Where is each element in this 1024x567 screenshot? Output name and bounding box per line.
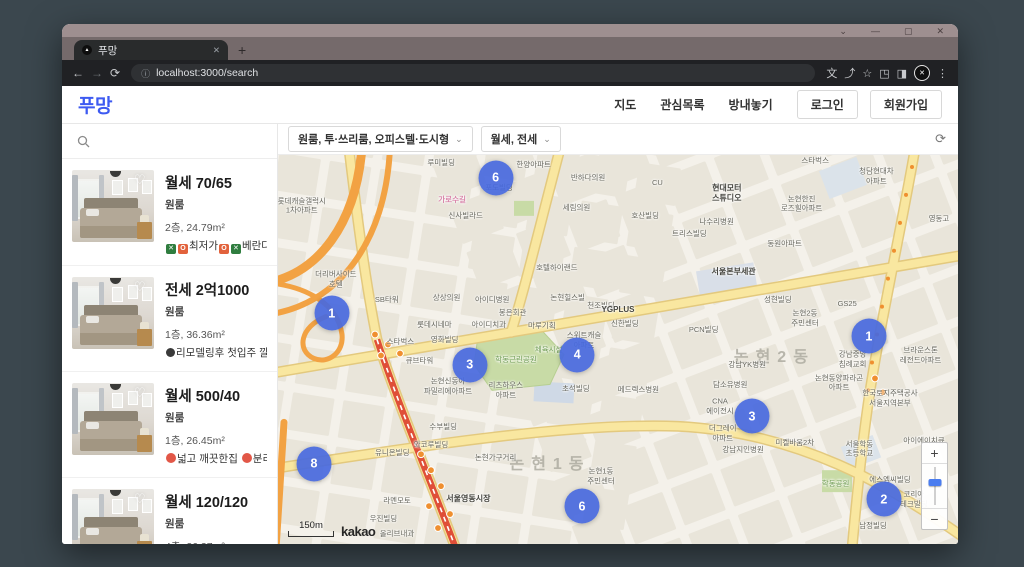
listing-sidebar: ♡ 월세 70/65 원룸 2층, 24.79m² ✕O최저가O✕베란다 있는 … xyxy=(62,124,278,544)
red-dot-icon xyxy=(166,453,176,463)
chevron-down-icon: ⌄ xyxy=(455,133,463,144)
window-maximize-icon[interactable]: ▢ xyxy=(904,26,913,36)
header-nav: 지도 관심목록 방내놓기 로그인 회원가입 xyxy=(614,90,942,119)
red-dot-icon xyxy=(241,453,252,463)
cluster-marker[interactable]: 1 xyxy=(314,295,350,331)
side-panel-icon[interactable]: ◨ xyxy=(897,67,907,80)
listing-list: ♡ 월세 70/65 원룸 2층, 24.79m² ✕O최저가O✕베란다 있는 … xyxy=(62,159,277,544)
site-header: 푸망 지도 관심목록 방내놓기 로그인 회원가입 xyxy=(62,86,958,124)
site-info-icon[interactable]: ⓘ xyxy=(141,67,150,80)
favorite-heart-icon[interactable]: ♡ xyxy=(134,279,146,295)
zoom-in-button[interactable]: + xyxy=(922,443,947,463)
nav-favorites[interactable]: 관심목록 xyxy=(660,96,704,113)
search-input[interactable] xyxy=(98,133,262,149)
tab-title: 푸망 xyxy=(98,44,118,57)
translate-icon[interactable]: 文 xyxy=(826,65,837,81)
tab-strip: ▲ 푸망 ✕ + xyxy=(62,37,958,60)
map-zoom-control: + − xyxy=(921,442,948,530)
listing-price: 월세 120/120 xyxy=(165,495,249,511)
profile-avatar[interactable]: ✕ xyxy=(914,65,930,81)
orange-o-icon: O xyxy=(178,244,188,254)
listing-type: 원룸 xyxy=(165,412,185,424)
back-icon[interactable]: ← xyxy=(72,66,84,80)
scale-bar xyxy=(288,531,334,537)
listing-type: 원룸 xyxy=(165,199,185,211)
cluster-marker[interactable]: 6 xyxy=(564,488,600,524)
green-x-icon: ✕ xyxy=(166,244,176,254)
listing-price: 월세 70/65 xyxy=(165,176,232,192)
listing-spec: 1층, 36.36m² xyxy=(165,329,225,341)
new-tab-button[interactable]: + xyxy=(238,40,246,60)
menu-icon[interactable]: ⋮ xyxy=(937,67,948,80)
search-icon xyxy=(77,135,90,147)
map-canvas[interactable]: 논현2동논현1동 루미빌딩한양아파트반하다의원스타벅스청담현대차 아파트포도빌딩… xyxy=(278,155,958,544)
favorite-heart-icon[interactable]: ♡ xyxy=(134,385,146,401)
favorite-heart-icon[interactable]: ♡ xyxy=(134,172,146,188)
kakao-logo: kakao xyxy=(341,524,376,539)
favorite-heart-icon[interactable]: ♡ xyxy=(134,491,146,507)
listing-tags: 리모델링후 첫입주 깔끔한 원… xyxy=(165,345,267,360)
signup-button[interactable]: 회원가입 xyxy=(869,90,942,119)
listing-price: 월세 500/40 xyxy=(165,389,241,405)
login-button[interactable]: 로그인 xyxy=(796,90,858,119)
window-close-icon[interactable]: ✕ xyxy=(936,26,944,36)
listing-spec: 1층, 26.45m² xyxy=(165,435,225,447)
browser-toolbar: ← → ⟳ ⓘ localhost:3000/search 文 ⤴ ☆ ◳ ◨ ✕ ⋮ xyxy=(62,60,958,86)
zoom-slider-handle[interactable] xyxy=(928,479,941,486)
bookmark-icon[interactable]: ☆ xyxy=(862,67,872,80)
window-minimize-icon[interactable]: — xyxy=(871,26,880,36)
cluster-marker-layer: 6 1 3 4 1 3 8 6 2 xyxy=(278,155,958,544)
nav-post-room[interactable]: 방내놓기 xyxy=(729,96,773,113)
listing-spec: 4층, 26.37m² xyxy=(165,539,267,544)
forward-icon[interactable]: → xyxy=(91,66,103,80)
nav-map[interactable]: 지도 xyxy=(614,96,636,113)
url-text: localhost:3000/search xyxy=(156,67,259,79)
page: 푸망 지도 관심목록 방내놓기 로그인 회원가입 ♡ 월세 70/65 원룸 2… xyxy=(62,86,958,544)
browser-window: ⌄ — ▢ ✕ ▲ 푸망 ✕ + ← → ⟳ ⓘ localhost:3000/searc… xyxy=(62,24,958,544)
listing-type: 원룸 xyxy=(165,518,185,530)
listing-tags: 넓고 깨끗한집 분리형 xyxy=(165,451,267,466)
listing-spec: 2층, 24.79m² xyxy=(165,222,225,234)
cluster-marker[interactable]: 3 xyxy=(452,347,488,383)
green-x-icon: ✕ xyxy=(230,244,241,254)
listing-price: 전세 2억1000 xyxy=(165,283,250,299)
chevron-down-icon: ⌄ xyxy=(543,133,551,144)
orange-o-icon: O xyxy=(218,244,229,254)
extensions-icon[interactable]: ◳ xyxy=(879,67,889,80)
cluster-marker[interactable]: 4 xyxy=(559,337,595,373)
room-type-filter[interactable]: 원룸, 투·쓰리룸, 오피스텔·도시형 ⌄ xyxy=(288,126,473,152)
listing-type: 원룸 xyxy=(165,306,185,318)
search-row xyxy=(62,124,277,159)
window-restore-chevron-icon[interactable]: ⌄ xyxy=(839,26,847,36)
browser-tab[interactable]: ▲ 푸망 ✕ xyxy=(74,40,228,60)
listing-tags: ✕O최저가O✕베란다 있는 … xyxy=(165,238,267,254)
window-titlebar[interactable]: ⌄ — ▢ ✕ xyxy=(62,24,958,37)
listing-card[interactable]: ♡ 월세 500/40 원룸 1층, 26.45m² 넓고 깨끗한집 분리형 xyxy=(62,372,277,478)
listing-card[interactable]: ♡ 전세 2억1000 원룸 1층, 36.36m² 리모델링후 첫입주 깔끔한… xyxy=(62,266,277,372)
cluster-marker[interactable]: 6 xyxy=(478,160,514,196)
site-logo[interactable]: 푸망 xyxy=(78,91,112,118)
address-bar[interactable]: ⓘ localhost:3000/search xyxy=(131,64,816,82)
listing-card[interactable]: ♡ 월세 120/120 원룸 4층, 26.37m² ✕O최저가O✕갈현동 신… xyxy=(62,478,277,544)
scale-label: 150m xyxy=(299,520,323,531)
listing-card[interactable]: ♡ 월세 70/65 원룸 2층, 24.79m² ✕O최저가O✕베란다 있는 … xyxy=(62,159,277,266)
zoom-slider-track xyxy=(933,467,936,505)
zoom-slider[interactable] xyxy=(922,463,947,509)
map-scale: 150m kakao xyxy=(288,520,376,539)
cluster-marker[interactable]: 2 xyxy=(866,481,902,517)
share-icon[interactable]: ⤴ xyxy=(844,65,855,81)
cluster-marker[interactable]: 1 xyxy=(851,318,887,354)
zoom-out-button[interactable]: − xyxy=(922,509,947,529)
filter-bar: 원룸, 투·쓰리룸, 오피스텔·도시형 ⌄ 월세, 전세 ⌄ ⟳ xyxy=(278,124,958,155)
cluster-marker[interactable]: 3 xyxy=(734,398,770,434)
site-favicon: ▲ xyxy=(82,45,92,55)
price-type-filter[interactable]: 월세, 전세 ⌄ xyxy=(480,126,561,152)
refresh-icon[interactable]: ⟳ xyxy=(935,131,948,147)
cluster-marker[interactable]: 8 xyxy=(296,446,332,482)
reload-icon[interactable]: ⟳ xyxy=(110,66,120,80)
dark-dot-icon xyxy=(166,348,175,357)
tab-close-icon[interactable]: ✕ xyxy=(213,45,220,56)
